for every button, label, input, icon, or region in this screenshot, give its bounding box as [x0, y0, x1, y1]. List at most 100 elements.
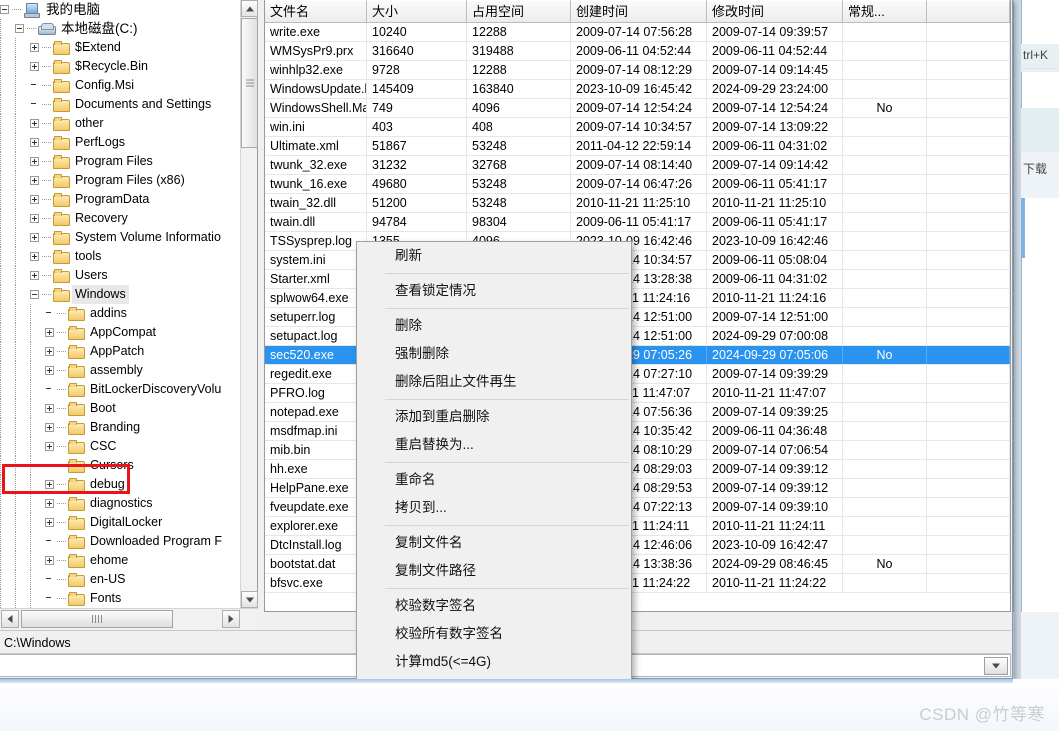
tree-hscrollbar-thumb[interactable] [21, 610, 173, 628]
context-menu-item-5[interactable]: 强制删除 [385, 340, 631, 368]
collapse-minus-icon[interactable] [0, 5, 9, 14]
tree-item-branding[interactable]: Branding [0, 418, 241, 437]
expand-plus-icon[interactable] [45, 423, 54, 432]
column-header-4[interactable]: 修改时间 [707, 0, 843, 23]
tree-item-downloaded-program-f[interactable]: Downloaded Program F [0, 532, 241, 551]
context-menu-item-6[interactable]: 删除后阻止文件再生 [385, 368, 631, 396]
tree-item-[interactable]: 我的电脑 [0, 0, 241, 19]
file-row[interactable]: write.exe 10240 12288 2009-07-14 07:56:28 20… [265, 23, 1010, 42]
tree-item-recovery[interactable]: Recovery [0, 209, 241, 228]
tree-vertical-scrollbar[interactable] [240, 0, 258, 608]
column-header-5[interactable]: 常规... [843, 0, 927, 23]
expand-plus-icon[interactable] [30, 233, 39, 242]
tree-item-fonts[interactable]: Fonts [0, 589, 241, 608]
expand-plus-icon[interactable] [30, 62, 39, 71]
expand-plus-icon[interactable] [30, 271, 39, 280]
tree-item-diagnostics[interactable]: diagnostics [0, 494, 241, 513]
expand-plus-icon[interactable] [45, 366, 54, 375]
tree-horizontal-scrollbar[interactable] [0, 608, 258, 628]
expand-plus-icon[interactable] [30, 195, 39, 204]
tree-item-perflogs[interactable]: PerfLogs [0, 133, 241, 152]
tree-item-ehome[interactable]: ehome [0, 551, 241, 570]
tree-item-bitlockerdiscoveryvolu[interactable]: BitLockerDiscoveryVolu [0, 380, 241, 399]
tree-item-program-files[interactable]: Program Files [0, 152, 241, 171]
context-menu[interactable]: 刷新查看锁定情况 删除 强制删除 删除后阻止文件再生 添加到重启删除 重启替换为... 重命… [356, 241, 632, 731]
tree-item-assembly[interactable]: assembly [0, 361, 241, 380]
context-menu-item-15[interactable]: 复制文件路径 [385, 557, 631, 585]
expand-plus-icon[interactable] [30, 138, 39, 147]
expand-plus-icon[interactable] [45, 556, 54, 565]
file-row[interactable]: twunk_16.exe 49680 53248 2009-07-14 06:47:2… [265, 175, 1010, 194]
tree-item-other[interactable]: other [0, 114, 241, 133]
collapse-minus-icon[interactable] [30, 290, 39, 299]
expand-plus-icon[interactable] [30, 119, 39, 128]
tree-item-tools[interactable]: tools [0, 247, 241, 266]
expand-plus-icon[interactable] [45, 328, 54, 337]
expand-plus-icon[interactable] [45, 480, 54, 489]
tree-item-documents-and-settings[interactable]: Documents and Settings [0, 95, 241, 114]
context-menu-item-2[interactable]: 查看锁定情况 [385, 277, 631, 305]
tree-item-appcompat[interactable]: AppCompat [0, 323, 241, 342]
tree-item-debug[interactable]: debug [0, 475, 241, 494]
combo-dropdown-button[interactable] [984, 657, 1008, 675]
tree-item-program-files-x86[interactable]: Program Files (x86) [0, 171, 241, 190]
expand-plus-icon[interactable] [30, 157, 39, 166]
context-menu-item-19[interactable]: 计算md5(<=4G) [385, 648, 631, 676]
expand-plus-icon[interactable] [45, 518, 54, 527]
context-menu-item-0[interactable]: 刷新 [385, 242, 631, 270]
expand-plus-icon[interactable] [30, 176, 39, 185]
tree-item-users[interactable]: Users [0, 266, 241, 285]
collapse-minus-icon[interactable] [15, 24, 24, 33]
context-menu-item-8[interactable]: 添加到重启删除 [385, 403, 631, 431]
tree-item-apppatch[interactable]: AppPatch [0, 342, 241, 361]
column-header-2[interactable]: 占用空间 [467, 0, 571, 23]
file-row[interactable]: twain.dll 94784 98304 2009-06-11 05:41:17 20… [265, 213, 1010, 232]
file-row[interactable]: Ultimate.xml 51867 53248 2011-04-12 22:59:1… [265, 137, 1010, 156]
file-list-header[interactable]: 文件名 大小 占用空间 创建时间 修改时间 常规... [265, 0, 1010, 23]
expand-plus-icon[interactable] [30, 252, 39, 261]
context-menu-item-9[interactable]: 重启替换为... [385, 431, 631, 459]
context-menu-item-14[interactable]: 复制文件名 [385, 529, 631, 557]
file-row[interactable]: WMSysPr9.prx 316640 319488 2009-06-11 04:52… [265, 42, 1010, 61]
tree-item-addins[interactable]: addins [0, 304, 241, 323]
file-row[interactable]: twunk_32.exe 31232 32768 2009-07-14 08:14:4… [265, 156, 1010, 175]
file-row[interactable]: twain_32.dll 51200 53248 2010-11-21 11:25:1… [265, 194, 1010, 213]
file-row[interactable]: winhlp32.exe 9728 12288 2009-07-14 08:12:29… [265, 61, 1010, 80]
tree-scroll-right-button[interactable] [222, 610, 240, 628]
file-row[interactable]: WindowsUpdate.log1454091638402023-10-09 … [265, 80, 1010, 99]
tree-item-windows[interactable]: Windows [0, 285, 241, 304]
context-menu-items[interactable]: 刷新查看锁定情况 删除 强制删除 删除后阻止文件再生 添加到重启删除 重启替换为... 重命… [385, 242, 631, 730]
expand-plus-icon[interactable] [30, 214, 39, 223]
tree-item-digitallocker[interactable]: DigitalLocker [0, 513, 241, 532]
tree-scroll-up-button[interactable] [241, 0, 258, 17]
expand-plus-icon[interactable] [45, 347, 54, 356]
file-row[interactable]: win.ini 403 408 2009-07-14 10:34:57 2009-07-… [265, 118, 1010, 137]
column-header-3[interactable]: 创建时间 [571, 0, 707, 23]
tree-item-en-us[interactable]: en-US [0, 570, 241, 589]
context-menu-item-17[interactable]: 校验数字签名 [385, 592, 631, 620]
context-menu-item-4[interactable]: 删除 [385, 312, 631, 340]
folder-tree-panel[interactable]: 我的电脑 本地磁盘(C:) $Extend $Recycle.Bin Config.Ms… [0, 0, 258, 628]
file-row[interactable]: WindowsShell.Manifest74940962009-07-14 1… [265, 99, 1010, 118]
tree-scroll-down-button[interactable] [241, 591, 258, 608]
tree-item-system-volume-informatio[interactable]: System Volume Informatio [0, 228, 241, 247]
expand-plus-icon[interactable] [45, 442, 54, 451]
tree-item-extend[interactable]: $Extend [0, 38, 241, 57]
expand-plus-icon[interactable] [45, 499, 54, 508]
column-header-0[interactable]: 文件名 [265, 0, 367, 23]
tree-item-c[interactable]: 本地磁盘(C:) [0, 19, 241, 38]
tree-item-boot[interactable]: Boot [0, 399, 241, 418]
tree-scrollbar-thumb[interactable] [241, 18, 258, 148]
folder-tree[interactable]: 我的电脑 本地磁盘(C:) $Extend $Recycle.Bin Config.Ms… [0, 0, 241, 608]
tree-item-programdata[interactable]: ProgramData [0, 190, 241, 209]
context-menu-item-12[interactable]: 拷贝到... [385, 494, 631, 522]
tree-item-recycle-bin[interactable]: $Recycle.Bin [0, 57, 241, 76]
column-header-1[interactable]: 大小 [367, 0, 467, 23]
tree-item-csc[interactable]: CSC [0, 437, 241, 456]
expand-plus-icon[interactable] [45, 404, 54, 413]
tree-item-cursors[interactable]: Cursors [0, 456, 241, 475]
expand-plus-icon[interactable] [30, 43, 39, 52]
tree-item-config-msi[interactable]: Config.Msi [0, 76, 241, 95]
tree-scroll-left-button[interactable] [1, 610, 19, 628]
context-menu-item-11[interactable]: 重命名 [385, 466, 631, 494]
